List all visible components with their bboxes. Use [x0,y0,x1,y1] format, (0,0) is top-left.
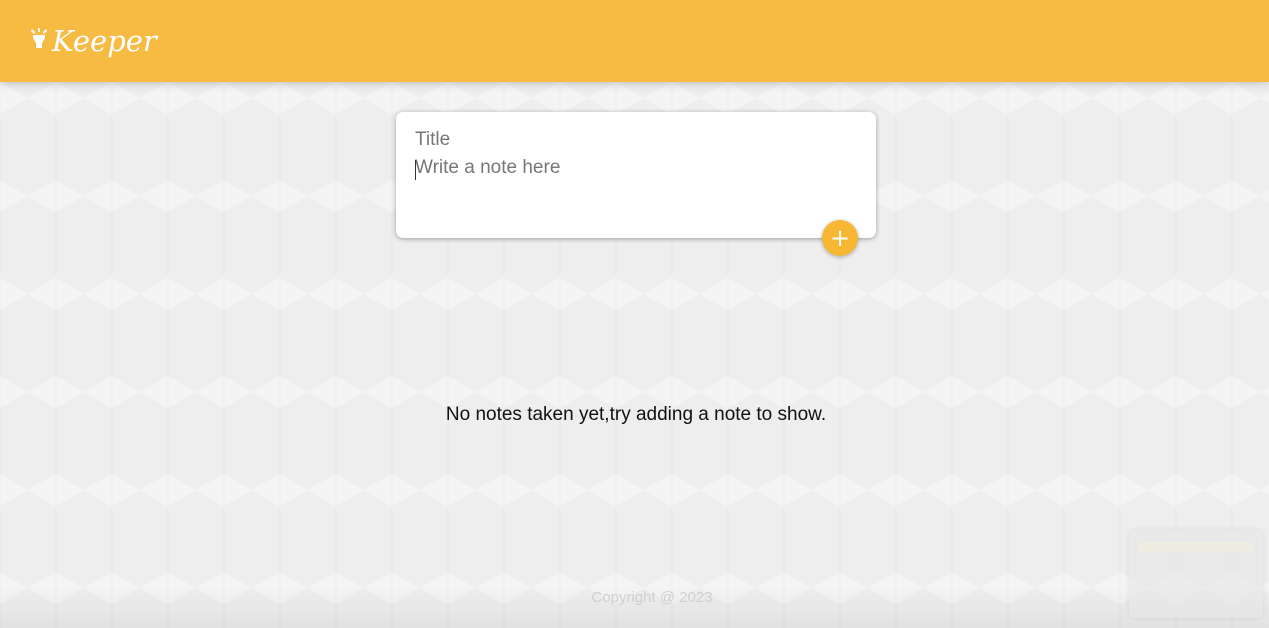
corner-overlay-bar [1139,542,1253,552]
lightbulb-icon [31,28,47,48]
brand: Keeper [30,22,157,62]
copyright-text: Copyright @ 2023 [591,589,713,606]
app-header: Keeper [0,0,1269,82]
corner-overlay-panel [1129,530,1263,618]
create-note-form [396,112,876,238]
footer: Copyright @ 2023 [0,585,1269,628]
text-cursor [415,160,416,180]
note-title-input[interactable] [415,128,855,152]
empty-notes-message: No notes taken yet,try adding a note to … [445,404,827,425]
brand-name: Keeper [52,24,157,58]
note-content-input[interactable] [415,156,855,216]
add-note-button[interactable]: + [822,220,858,256]
